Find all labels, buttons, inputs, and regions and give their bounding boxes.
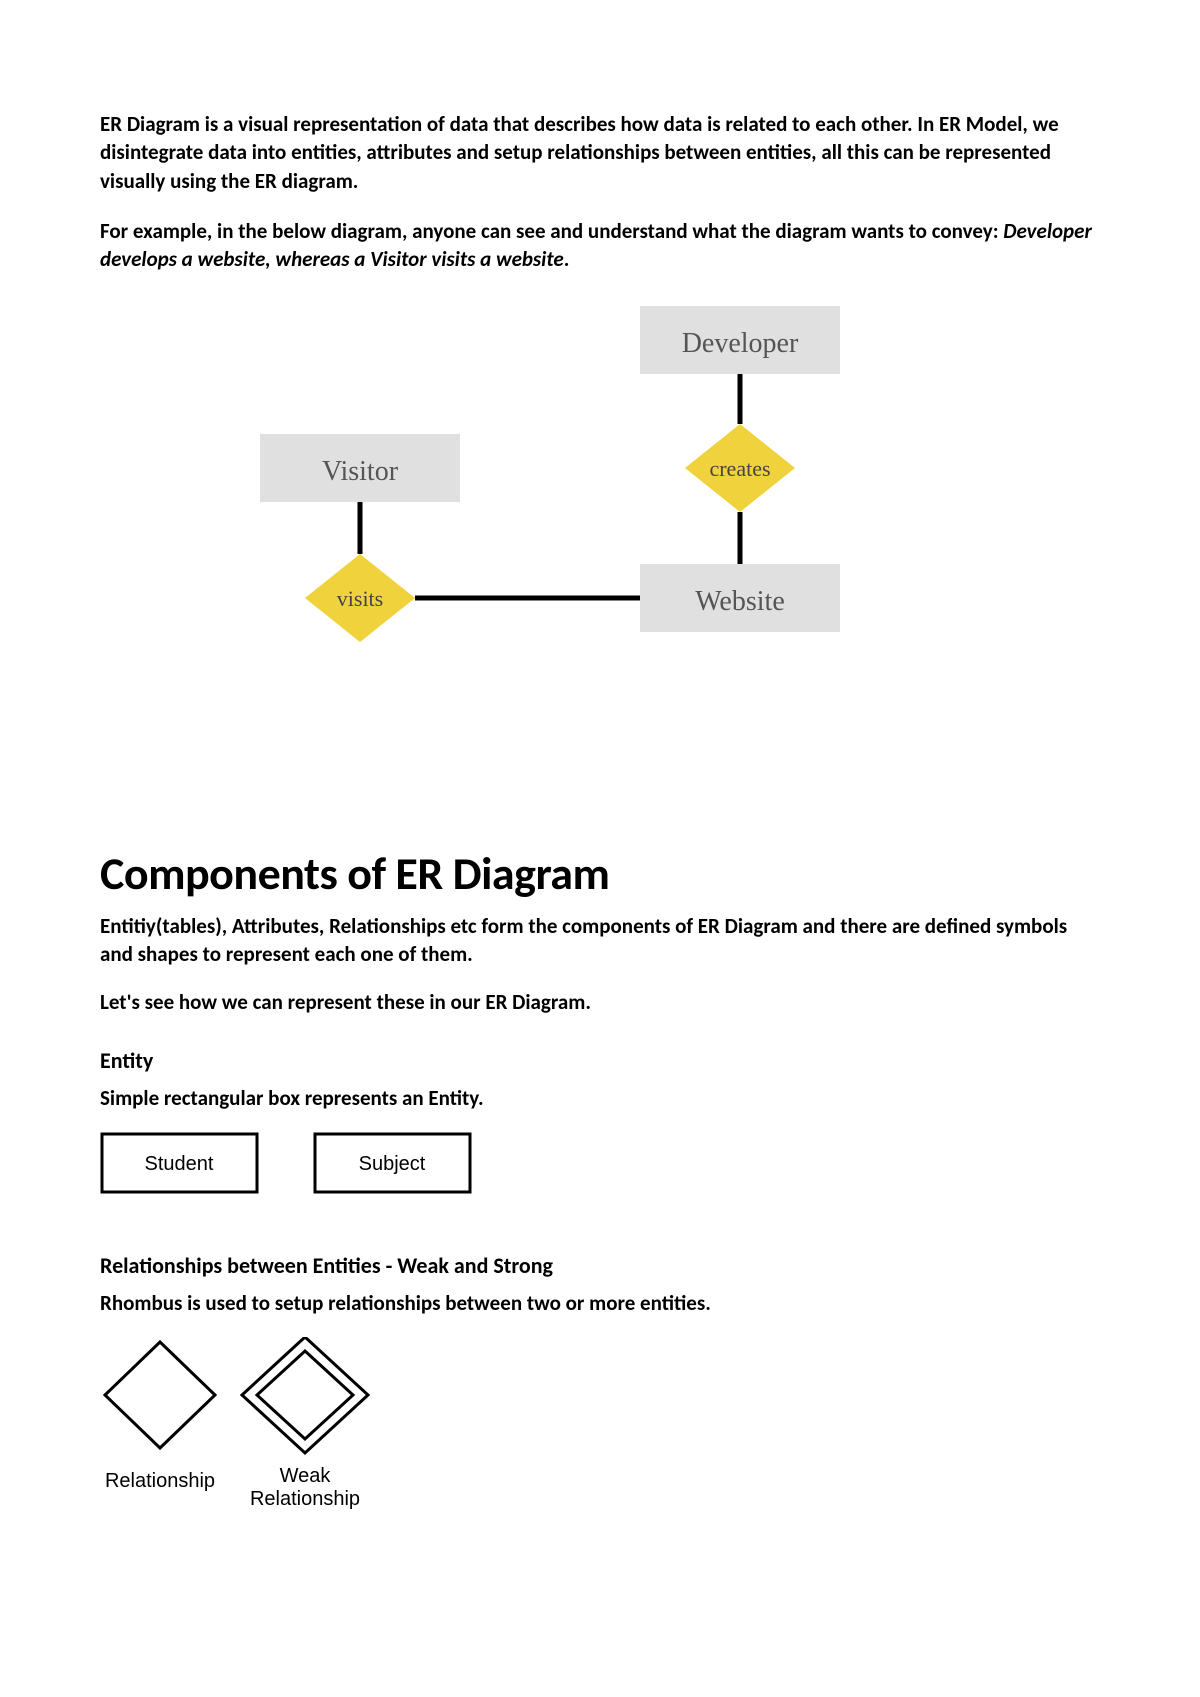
entity-boxes-svg: Student Subject: [100, 1132, 600, 1212]
entity-label-visitor: Visitor: [322, 456, 399, 487]
label-weak-line1: Weak: [280, 1465, 332, 1487]
relationships-description: Rhombus is used to setup relationships b…: [100, 1289, 1100, 1317]
entity-description: Simple rectangular box represents an Ent…: [100, 1084, 1100, 1112]
entity-boxes-figure: Student Subject: [100, 1132, 1100, 1212]
components-paragraph-1: Entitiy(tables), Attributes, Relationshi…: [100, 912, 1100, 969]
intro-paragraph-2: For example, in the below diagram, anyon…: [100, 217, 1100, 274]
rhombus-relationship-icon: [105, 1342, 215, 1448]
intro-p2-prefix: For example, in the below diagram, anyon…: [100, 218, 1003, 244]
intro-paragraph-1: ER Diagram is a visual representation of…: [100, 110, 1100, 195]
relationships-svg: Relationship Weak Relationship: [100, 1337, 500, 1527]
entity-text-subject: Subject: [359, 1153, 426, 1175]
entity-label-website: Website: [695, 586, 785, 617]
document-page: ER Diagram is a visual representation of…: [0, 0, 1200, 1697]
rhombus-weak-inner-icon: [257, 1351, 353, 1439]
entity-text-student: Student: [145, 1153, 214, 1175]
entity-heading: Entity: [100, 1047, 1100, 1074]
entity-label-developer: Developer: [682, 328, 799, 359]
rhombus-label-visits: visits: [337, 586, 383, 611]
rhombus-label-creates: creates: [709, 456, 770, 481]
intro-p2-suffix: .: [564, 246, 570, 272]
rhombus-weak-outer-icon: [242, 1337, 368, 1453]
label-weak-line2: Relationship: [250, 1488, 360, 1510]
components-paragraph-2: Let's see how we can represent these in …: [100, 988, 1100, 1016]
er-example-diagram: Developer Visitor Website creates visits: [100, 296, 1100, 726]
relationships-figure: Relationship Weak Relationship: [100, 1337, 1100, 1527]
label-relationship: Relationship: [105, 1470, 215, 1492]
relationships-heading: Relationships between Entities - Weak an…: [100, 1252, 1100, 1279]
components-heading: Components of ER Diagram: [100, 846, 1100, 902]
er-diagram-svg: Developer Visitor Website creates visits: [100, 296, 1000, 726]
